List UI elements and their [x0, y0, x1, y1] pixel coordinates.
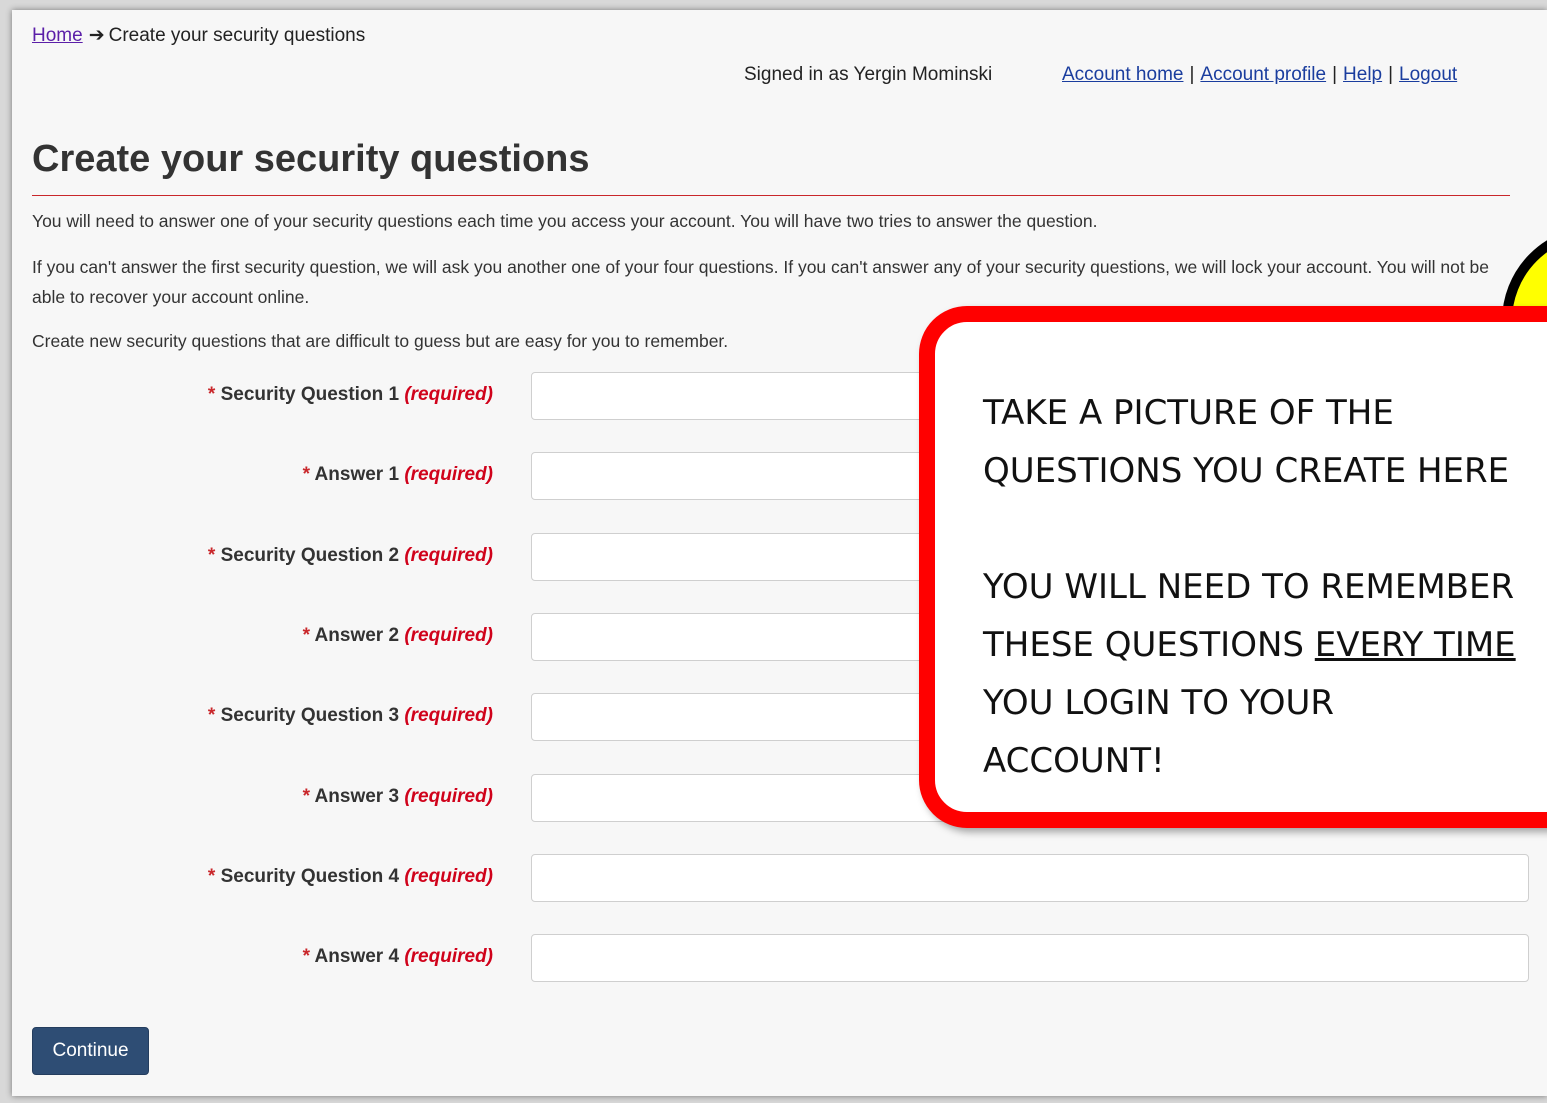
page-title: Create your security questions	[32, 138, 590, 180]
account-nav: Account home | Account profile | Help | Logout	[1062, 64, 1457, 86]
answer-4-input[interactable]	[531, 934, 1529, 982]
intro-paragraph-1: You will need to answer one of your secu…	[32, 211, 1098, 231]
answer-2-label: * Answer 2 (required)	[303, 625, 493, 647]
logout-link[interactable]: Logout	[1399, 64, 1457, 85]
form-row-answer-4: * Answer 4 (required)	[12, 934, 1547, 982]
callout-line-4: THESE QUESTIONS EVERY TIME	[983, 616, 1547, 674]
callout-text: TAKE A PICTURE OF THE QUESTIONS YOU CREA…	[983, 384, 1547, 790]
required-asterisk: *	[207, 545, 216, 566]
callout-line-5: YOU LOGIN TO YOUR	[983, 683, 1334, 723]
security-question-4-input[interactable]	[531, 854, 1529, 902]
security-question-4-label: * Security Question 4 (required)	[208, 866, 493, 888]
account-profile-link[interactable]: Account profile	[1200, 64, 1326, 85]
required-marker: (required)	[404, 384, 493, 405]
breadcrumb-home-link[interactable]: Home	[32, 25, 83, 46]
account-home-link[interactable]: Account home	[1062, 64, 1183, 85]
required-marker: (required)	[404, 705, 493, 726]
nav-separator: |	[1388, 64, 1394, 85]
nav-separator: |	[1189, 64, 1195, 85]
continue-button[interactable]: Continue	[32, 1027, 149, 1075]
required-asterisk: *	[302, 946, 310, 967]
field-label-text: Answer 2	[314, 625, 400, 646]
title-divider	[32, 195, 1510, 196]
callout-emphasis: EVERY TIME	[1314, 625, 1516, 665]
required-marker: (required)	[404, 464, 493, 485]
account-header: Signed in as Yergin Mominski Account hom…	[12, 58, 1547, 98]
help-link[interactable]: Help	[1343, 64, 1382, 85]
required-marker: (required)	[404, 946, 493, 967]
callout-line-4-text: THESE QUESTIONS	[983, 625, 1315, 665]
security-question-3-label: * Security Question 3 (required)	[208, 705, 493, 727]
security-question-1-label: * Security Question 1 (required)	[208, 384, 493, 406]
field-label-text: Answer 3	[314, 786, 400, 807]
intro-paragraph-2: If you can't answer the first security q…	[32, 257, 1490, 307]
required-asterisk: *	[302, 786, 310, 807]
callout-line-3: YOU WILL NEED TO REMEMBER	[983, 567, 1515, 607]
breadcrumb-arrow-icon: ➔	[88, 25, 105, 46]
breadcrumb: Home ➔ Create your security questions	[32, 24, 365, 47]
answer-3-label: * Answer 3 (required)	[303, 786, 493, 808]
security-question-2-label: * Security Question 2 (required)	[208, 545, 493, 567]
required-asterisk: *	[207, 866, 216, 887]
field-label-text: Security Question 3	[220, 705, 400, 726]
required-marker: (required)	[404, 786, 493, 807]
form-row-security-question-4: * Security Question 4 (required)	[12, 854, 1547, 902]
required-marker: (required)	[404, 545, 493, 566]
answer-1-label: * Answer 1 (required)	[303, 464, 493, 486]
field-label-text: Answer 1	[314, 464, 400, 485]
breadcrumb-current: Create your security questions	[108, 25, 366, 46]
signed-in-text: Signed in as Yergin Mominski	[744, 64, 993, 85]
field-label-text: Answer 4	[314, 946, 400, 967]
required-marker: (required)	[404, 625, 493, 646]
required-marker: (required)	[404, 866, 493, 887]
answer-4-label: * Answer 4 (required)	[303, 946, 493, 968]
field-label-text: Security Question 4	[220, 866, 400, 887]
callout-line-2: QUESTIONS YOU CREATE HERE	[983, 451, 1510, 491]
page-frame: Home ➔ Create your security questions Sign…	[12, 10, 1547, 1096]
reminder-callout: TAKE A PICTURE OF THE QUESTIONS YOU CREA…	[919, 306, 1547, 828]
field-label-text: Security Question 2	[220, 545, 400, 566]
required-asterisk: *	[207, 705, 216, 726]
required-asterisk: *	[207, 384, 216, 405]
required-asterisk: *	[302, 625, 310, 646]
field-label-text: Security Question 1	[220, 384, 400, 405]
callout-line-1: TAKE A PICTURE OF THE	[983, 393, 1394, 433]
nav-separator: |	[1332, 64, 1338, 85]
callout-line-6: ACCOUNT!	[983, 741, 1165, 781]
required-asterisk: *	[302, 464, 310, 485]
